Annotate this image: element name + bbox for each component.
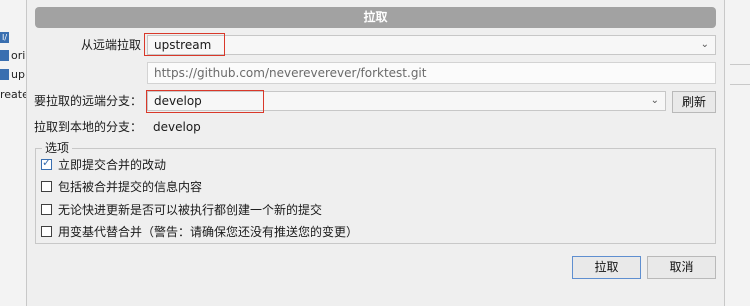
background-item-label: reate xyxy=(0,88,26,101)
background-list-item[interactable]: reate xyxy=(0,87,26,103)
checkbox-icon[interactable] xyxy=(41,181,52,192)
divider xyxy=(730,84,750,85)
pull-button[interactable]: 拉取 xyxy=(572,256,641,279)
background-app-panel-right xyxy=(723,0,750,306)
remote-select[interactable]: upstream ⌄ xyxy=(147,35,716,55)
pull-dialog: 拉取 从远端拉取 upstream ⌄ https://github.com/n… xyxy=(26,0,725,306)
remote-label: 从远端拉取 xyxy=(81,38,142,52)
background-list-item[interactable]: ori xyxy=(0,48,26,64)
option-commit-merge[interactable]: ✓ 立即提交合并的改动 xyxy=(41,156,166,174)
local-branch-value: develop xyxy=(153,120,201,134)
checkbox-icon[interactable] xyxy=(41,226,52,237)
remote-branch-value: develop xyxy=(154,94,202,108)
divider xyxy=(730,64,750,65)
option-label: 用变基代替合并（警告：请确保您还没有推送您的变更） xyxy=(58,225,359,239)
checkbox-checked-icon[interactable]: ✓ xyxy=(41,156,52,170)
option-label: 包括被合并提交的信息内容 xyxy=(58,180,203,194)
background-item-label: ori xyxy=(11,49,26,62)
option-label: 无论快进更新是否可以被执行都创建一个新的提交 xyxy=(58,203,323,217)
branch-icon: I/ xyxy=(0,32,9,43)
chevron-down-icon: ⌄ xyxy=(700,39,709,50)
checkbox-icon[interactable] xyxy=(41,204,52,215)
cancel-button[interactable]: 取消 xyxy=(647,256,716,279)
dialog-title: 拉取 xyxy=(35,7,716,28)
remote-select-value: upstream xyxy=(154,38,212,52)
branch-icon xyxy=(0,50,9,61)
background-app-panel: I/ ori up reate xyxy=(0,0,26,306)
options-group: 选项 ✓ 立即提交合并的改动 包括被合并提交的信息内容 无论快进更新是否可以被执行… xyxy=(35,140,716,244)
option-rebase[interactable]: 用变基代替合并（警告：请确保您还没有推送您的变更） xyxy=(41,223,358,241)
remote-branch-select[interactable]: develop ⌄ xyxy=(147,91,666,111)
branch-icon xyxy=(0,69,9,80)
option-include-messages[interactable]: 包括被合并提交的信息内容 xyxy=(41,178,202,196)
background-list-item[interactable]: up xyxy=(0,67,26,83)
remote-url-field: https://github.com/nevereverever/forktes… xyxy=(147,62,716,84)
option-label: 立即提交合并的改动 xyxy=(58,158,167,172)
local-branch-label: 拉取到本地的分支： xyxy=(34,120,143,134)
background-list-item[interactable]: I/ xyxy=(0,30,26,46)
chevron-down-icon: ⌄ xyxy=(650,95,659,106)
remote-branch-label: 要拉取的远端分支： xyxy=(34,94,143,108)
background-item-label: up xyxy=(11,68,25,81)
refresh-button[interactable]: 刷新 xyxy=(672,91,716,113)
option-no-fast-forward[interactable]: 无论快进更新是否可以被执行都创建一个新的提交 xyxy=(41,201,322,219)
options-title: 选项 xyxy=(42,140,73,156)
